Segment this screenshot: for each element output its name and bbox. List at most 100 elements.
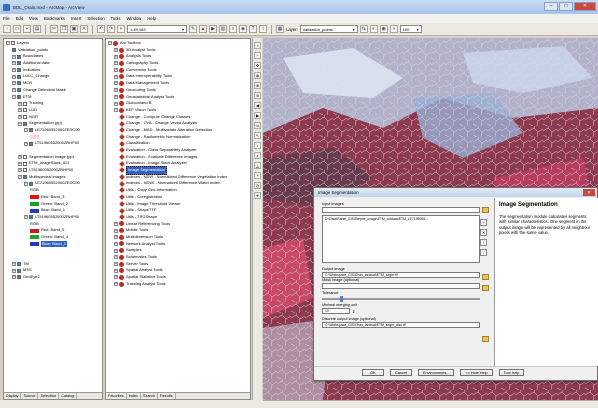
identify-icon[interactable]: i bbox=[254, 142, 261, 149]
flicker-icon[interactable]: ◐ bbox=[369, 25, 378, 33]
expand-icon[interactable]: + bbox=[114, 68, 118, 73]
layer-visibility-checkbox[interactable] bbox=[17, 268, 21, 273]
layer-visibility-checkbox[interactable] bbox=[17, 262, 21, 267]
toolbox-tool[interactable]: Evaluation - Class Separability Analyzer bbox=[106, 147, 250, 154]
toc-item[interactable]: + Boundaries bbox=[4, 53, 102, 60]
expand-icon[interactable]: + bbox=[18, 101, 22, 106]
layer-visibility-checkbox[interactable] bbox=[11, 41, 15, 46]
toolbox-toolset[interactable]: + Network Analyst Tools bbox=[106, 241, 250, 248]
expand-icon[interactable]: + bbox=[114, 255, 118, 260]
expand-icon[interactable]: + bbox=[12, 268, 16, 273]
move-up-icon[interactable]: ↑ bbox=[480, 239, 487, 246]
toc-item[interactable] bbox=[4, 147, 102, 154]
expand-icon[interactable]: + bbox=[12, 74, 16, 79]
expand-icon[interactable]: + bbox=[18, 108, 22, 113]
layer-visibility-checkbox[interactable] bbox=[23, 155, 27, 160]
toolbox-toolset[interactable]: +3D Analyst Tools bbox=[106, 47, 250, 54]
menu-edit[interactable]: Edit bbox=[16, 16, 23, 21]
input-images-field[interactable] bbox=[322, 207, 480, 213]
expand-icon[interactable]: + bbox=[18, 168, 22, 173]
toc-item[interactable]: + LULC_Change bbox=[4, 73, 102, 80]
expand-icon[interactable]: + bbox=[114, 74, 118, 79]
expand-icon[interactable]: + bbox=[114, 235, 118, 240]
toolbox-tool[interactable]: Change - CVA - Change Vector Analysis bbox=[106, 120, 250, 127]
toc-item[interactable]: + TM bbox=[4, 261, 102, 268]
toc-item[interactable]: − LE71960552000ZEDC00 bbox=[4, 127, 102, 134]
grid-icon[interactable]: ▦ bbox=[276, 25, 284, 33]
cut-icon[interactable]: ✂ bbox=[50, 25, 58, 33]
toc-item[interactable]: + ETM_ImageStack_621 bbox=[4, 160, 102, 167]
back-extent-icon[interactable]: ◀ bbox=[254, 102, 261, 109]
expand-icon[interactable]: + bbox=[18, 161, 22, 166]
toc-tab-selection[interactable]: Selection bbox=[38, 393, 60, 399]
toolbox-toolset[interactable]: + Data Interoperability Tools bbox=[106, 73, 250, 80]
toolbox-toolset[interactable]: + Tracking Analyst Tools bbox=[106, 281, 250, 288]
select-elements-icon[interactable]: ↖ bbox=[254, 132, 261, 139]
identify-icon[interactable]: i bbox=[259, 25, 267, 33]
toolbox-tool[interactable]: Utils - Copy Geo-Information bbox=[106, 187, 250, 194]
layer-visibility-checkbox[interactable] bbox=[17, 94, 21, 99]
expand-icon[interactable]: + bbox=[114, 81, 118, 86]
open-folder-icon[interactable]: ▭ bbox=[13, 25, 21, 33]
menu-help[interactable]: Help bbox=[147, 16, 156, 21]
toc-item[interactable]: Blue: Band_1 bbox=[4, 240, 102, 248]
toolbox-tool[interactable]: Utils - TIF2Shape bbox=[106, 214, 250, 221]
expand-icon[interactable]: + bbox=[114, 61, 118, 66]
go-to-xy-icon[interactable]: ⌖ bbox=[254, 192, 261, 199]
toolbox-toolset[interactable]: − Arc Toolbox bbox=[106, 40, 250, 47]
toolbox-tab-results[interactable]: Results bbox=[158, 393, 176, 399]
layer-visibility-checkbox[interactable] bbox=[17, 88, 21, 93]
hide-help-button[interactable]: << Hide Help bbox=[460, 369, 493, 376]
collapse-icon[interactable]: − bbox=[108, 41, 112, 46]
expand-icon[interactable]: + bbox=[12, 68, 16, 73]
discrete-output-field[interactable]: C:\Workspace_GIS\Chan_landsat\ETM_segm_d… bbox=[322, 322, 480, 328]
layer-visibility-checkbox[interactable] bbox=[23, 175, 27, 180]
remove-item-icon[interactable]: ✕ bbox=[480, 229, 487, 236]
layer-visibility-checkbox[interactable] bbox=[29, 215, 33, 220]
toolbox-tool[interactable]: Utils - ShapeTTF bbox=[106, 207, 250, 214]
toc-item[interactable]: Green: Band_2 bbox=[4, 201, 102, 208]
toolbox-toolset[interactable]: + Schematics Tools bbox=[106, 254, 250, 261]
toolbox-tool[interactable]: Utils - Image Threshold Viewer bbox=[106, 201, 250, 208]
layer-visibility-checkbox[interactable] bbox=[12, 48, 16, 53]
expand-icon[interactable]: + bbox=[114, 54, 118, 59]
dialog-close-button[interactable]: ✕ bbox=[583, 189, 595, 196]
collapse-icon[interactable]: − bbox=[24, 215, 28, 220]
effects-icon[interactable]: ◉ bbox=[379, 25, 388, 33]
toolbox-tool[interactable]: Change - Compute Change Classes bbox=[106, 114, 250, 121]
menu-selection[interactable]: Selection bbox=[87, 16, 104, 21]
input-images-list[interactable]: D:\Data\Sahel_GIS\Stephe_image\ETM_cutda… bbox=[322, 215, 480, 263]
toc-item[interactable]: + GeoEye2 bbox=[4, 274, 102, 281]
redo-icon[interactable]: ↷ bbox=[107, 25, 115, 33]
toolbox-tab-index[interactable]: Index bbox=[127, 393, 141, 399]
toc-item[interactable]: Validation_points bbox=[4, 47, 102, 54]
toc-item[interactable]: − Layers bbox=[4, 40, 102, 47]
layer-visibility-checkbox[interactable] bbox=[29, 181, 33, 186]
toc-item[interactable]: + Training bbox=[4, 100, 102, 107]
layer-visibility-checkbox[interactable] bbox=[29, 128, 33, 133]
toc-item[interactable]: + Change Detection Mask bbox=[4, 87, 102, 94]
new-document-icon[interactable]: ▫ bbox=[3, 25, 11, 33]
delete-icon[interactable]: ✕ bbox=[80, 25, 88, 33]
toc-item[interactable]: − LT51960552000ZRHP00 bbox=[4, 214, 102, 221]
add-data-icon[interactable]: + bbox=[117, 25, 125, 33]
editor-icon[interactable]: ✎ bbox=[189, 25, 197, 33]
toc-item[interactable] bbox=[4, 247, 102, 254]
toolbox-toolset[interactable]: − KEF Vision Tools bbox=[106, 107, 250, 114]
expand-icon[interactable]: + bbox=[114, 275, 118, 280]
layer-visibility-checkbox[interactable] bbox=[23, 168, 27, 173]
expand-icon[interactable]: + bbox=[114, 241, 118, 246]
environments-button[interactable]: Environments... bbox=[418, 369, 455, 376]
collapse-icon[interactable]: − bbox=[24, 128, 28, 133]
expand-icon[interactable]: + bbox=[12, 81, 16, 86]
arctoolbox-icon[interactable]: ▲ bbox=[199, 25, 207, 33]
toolbox-tool[interactable]: Indexes - NDVI - Normalized Difference V… bbox=[106, 174, 250, 181]
collapse-icon[interactable]: − bbox=[6, 41, 10, 46]
menu-file[interactable]: File bbox=[3, 16, 10, 21]
collapse-icon[interactable]: − bbox=[18, 121, 22, 126]
minimize-button[interactable]: – bbox=[544, 2, 558, 11]
toc-item[interactable]: + NGR bbox=[4, 114, 102, 121]
toolbox-tool[interactable]: Indexes - NDWI - Normalized Difference W… bbox=[106, 180, 250, 187]
expand-icon[interactable]: + bbox=[114, 88, 118, 93]
browse-folder-icon[interactable] bbox=[482, 336, 489, 342]
